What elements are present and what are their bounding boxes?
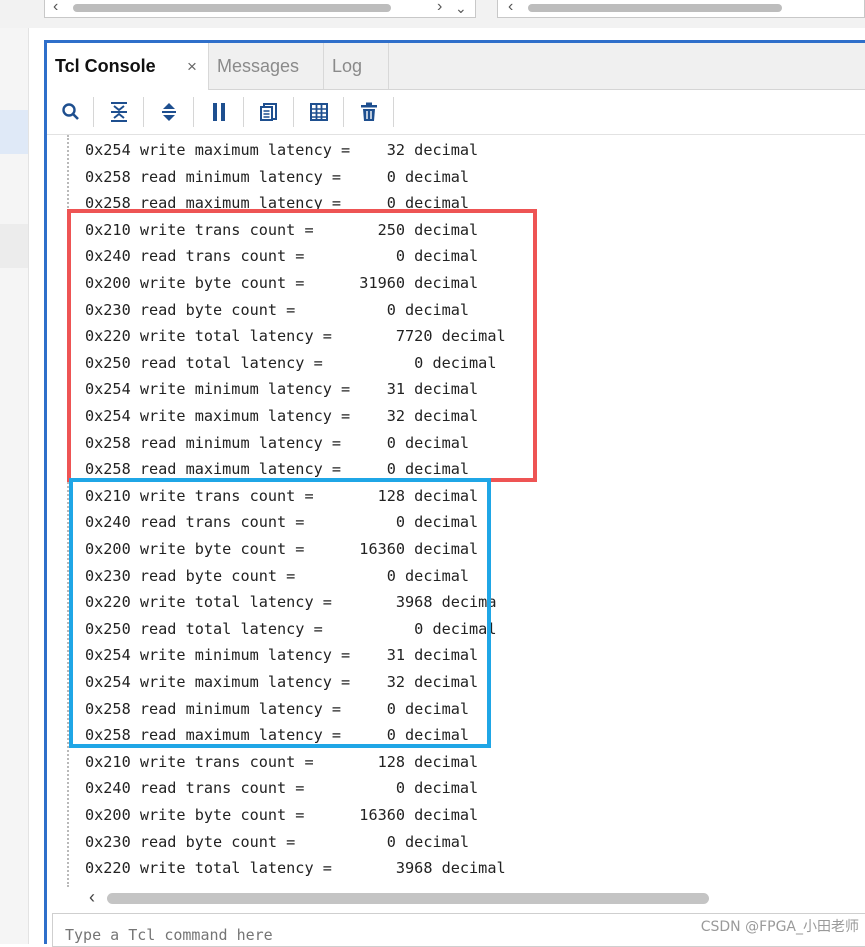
tab-bar: Tcl Console × Messages Log: [47, 43, 865, 90]
left-item[interactable]: [0, 224, 28, 268]
scroll-left-arrow-icon[interactable]: ‹: [89, 887, 95, 908]
console-hscrollbar[interactable]: ‹: [47, 887, 865, 911]
search-icon[interactable]: [57, 98, 85, 126]
tab-messages[interactable]: Messages: [209, 43, 324, 89]
blue-highlight-box: [69, 478, 491, 748]
tab-tcl-console[interactable]: Tcl Console ×: [47, 43, 209, 90]
pause-icon[interactable]: [205, 98, 233, 126]
scroll-left-arrow-icon[interactable]: ‹: [53, 0, 58, 16]
console-line: 0x230 read byte count = 0 decimal: [85, 832, 470, 851]
tab-label: Log: [332, 56, 363, 76]
tab-label: Messages: [217, 56, 300, 76]
scroll-thumb[interactable]: [107, 893, 709, 904]
scroll-thumb[interactable]: [528, 4, 782, 12]
red-highlight-box: [67, 209, 537, 482]
watermark: CSDN @FPGA_小田老师: [700, 919, 859, 935]
console-line: 0x200 write byte count = 16360 decimal: [85, 806, 479, 824]
tab-label: Tcl Console: [55, 56, 156, 76]
copy-icon[interactable]: [255, 98, 283, 126]
console-line: 0x258 read minimum latency = 0 decimal: [85, 167, 470, 186]
left-side-strip: [0, 28, 29, 944]
scroll-right-arrow-icon[interactable]: ›: [437, 0, 442, 16]
trash-icon[interactable]: [355, 98, 383, 126]
top-pane-strip: ‹ › ⌄ ‹: [0, 0, 865, 28]
expand-collapse-icon[interactable]: [155, 98, 183, 126]
console-line: 0x240 read trans count = 0 decimal: [85, 779, 479, 798]
upper-left-hscrollbar[interactable]: ‹ › ⌄: [44, 0, 476, 18]
scroll-thumb[interactable]: [73, 4, 391, 12]
console-line: 0x220 write total latency = 3968 decimal: [85, 859, 506, 878]
upper-right-hscrollbar[interactable]: ‹: [497, 0, 865, 18]
columns-icon[interactable]: [305, 98, 333, 126]
console-output[interactable]: 0x254 write maximum latency = 32 decimal…: [47, 135, 865, 887]
console-toolbar: [47, 90, 865, 135]
tcl-console-panel: Tcl Console × Messages Log 0x254 write m…: [44, 40, 865, 947]
console-line: 0x254 write maximum latency = 32 decimal: [85, 141, 479, 159]
console-line: 0x210 write trans count = 128 decimal: [85, 752, 479, 771]
left-selected-item[interactable]: [0, 110, 28, 154]
scroll-down-chevron-icon[interactable]: ⌄: [455, 0, 467, 17]
scroll-left-arrow-icon[interactable]: ‹: [508, 0, 513, 16]
close-icon[interactable]: ×: [187, 57, 197, 77]
collapse-all-icon[interactable]: [105, 98, 133, 126]
tab-log[interactable]: Log: [324, 43, 389, 89]
